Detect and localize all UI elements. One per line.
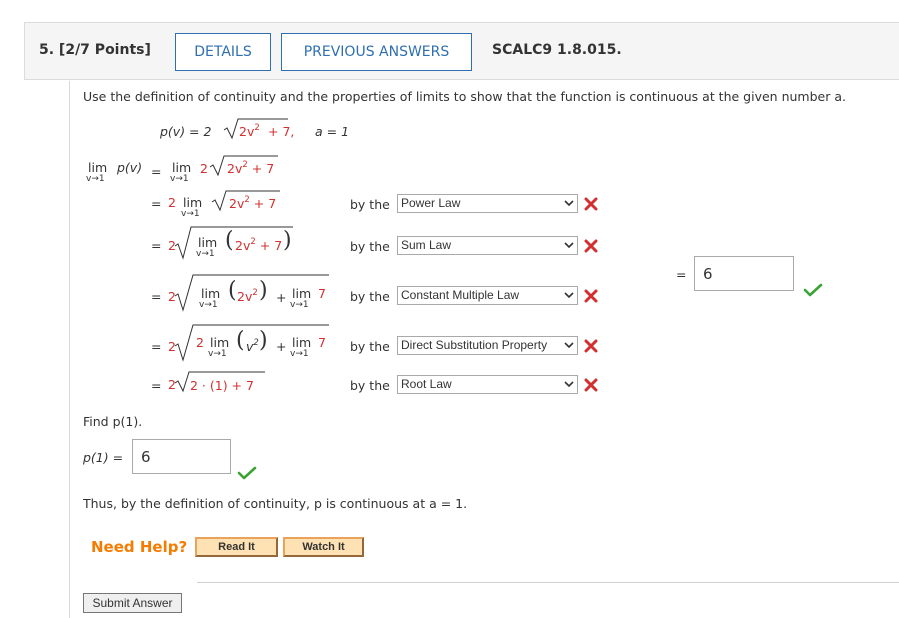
p-of-v: p(v) — [117, 160, 143, 175]
open-paren: ( — [236, 328, 245, 353]
close-paren: ) — [259, 278, 268, 303]
lim-label: lim — [183, 195, 203, 210]
need-help-label: Need Help? — [91, 538, 188, 556]
chevron-down-icon — [564, 292, 574, 299]
lim-subscript: v→1 — [290, 300, 309, 310]
equals-sign: = — [151, 164, 162, 179]
lim-label: lim — [292, 286, 312, 301]
lim-subscript: v→1 — [199, 300, 218, 310]
law-selected-value: Direct Substitution Property — [401, 338, 548, 352]
constant-seven: 7 — [318, 335, 326, 350]
submit-answer-button[interactable]: Submit Answer — [83, 593, 182, 613]
inner-expression: 2v2 + 7 — [235, 237, 283, 253]
by-the-label: by the — [350, 197, 390, 212]
lim-label: lim — [198, 235, 218, 250]
conclusion-text: Thus, by the definition of continuity, p… — [83, 496, 468, 511]
constant-seven: 7 — [318, 286, 326, 301]
check-mark-icon — [803, 283, 823, 297]
lim-subscript: v→1 — [290, 349, 309, 359]
law-selected-value: Constant Multiple Law — [401, 288, 520, 302]
x-mark-icon — [584, 289, 598, 303]
chevron-down-icon — [564, 342, 574, 349]
p1-lhs: p(1) = — [83, 450, 124, 465]
by-the-label: by the — [350, 378, 390, 393]
x-mark-icon — [584, 197, 598, 211]
by-the-label: by the — [350, 289, 390, 304]
divider — [197, 582, 899, 583]
equals-sign: = — [151, 289, 162, 304]
plus-sign: + — [276, 290, 287, 305]
function-plus-seven: + 7, — [268, 124, 295, 139]
chevron-down-icon — [564, 381, 574, 388]
lim-subscript: v→1 — [170, 174, 189, 184]
question-header: 5. [2/7 Points] DETAILS PREVIOUS ANSWERS… — [24, 22, 899, 80]
watch-it-button[interactable]: Watch It — [283, 537, 364, 557]
p1-answer-input[interactable]: 6 — [132, 439, 231, 474]
radicand-expression: 2v2 + 7 — [227, 160, 275, 176]
law-selected-value: Power Law — [401, 196, 461, 210]
a-value: a = 1 — [315, 124, 350, 139]
lim-subscript: v→1 — [86, 174, 105, 184]
lim-subscript: v→1 — [196, 249, 215, 259]
left-rule — [69, 81, 70, 618]
result-equals: = — [676, 267, 687, 282]
plus-sign: + — [276, 339, 287, 354]
x-mark-icon — [584, 378, 598, 392]
x-mark-icon — [584, 239, 598, 253]
book-reference: SCALC9 1.8.015. — [492, 42, 622, 58]
substituted-radicand: 2 · (1) + 7 — [190, 378, 254, 393]
function-radicand: 2v2 — [239, 123, 260, 139]
lim-subscript: v→1 — [181, 209, 200, 219]
close-paren: ) — [283, 228, 292, 253]
coefficient-two: 2 — [196, 335, 204, 350]
previous-answers-button[interactable]: PREVIOUS ANSWERS — [281, 33, 472, 71]
by-the-label: by the — [350, 339, 390, 354]
check-mark-icon — [237, 466, 257, 480]
open-paren: ( — [225, 228, 234, 253]
chevron-down-icon — [564, 200, 574, 207]
question-prompt: Use the definition of continuity and the… — [83, 89, 846, 104]
limit-answer-input[interactable]: 6 — [694, 256, 794, 291]
coefficient-two: 2 — [168, 195, 176, 210]
equals-sign: = — [151, 238, 162, 253]
law-selected-value: Sum Law — [401, 238, 452, 252]
lim-subscript: v→1 — [208, 349, 227, 359]
details-button[interactable]: DETAILS — [175, 33, 271, 71]
radicand-expression: 2v2 + 7 — [229, 195, 277, 211]
law-dropdown[interactable]: Constant Multiple Law — [397, 286, 578, 305]
law-dropdown[interactable]: Root Law — [397, 375, 578, 394]
by-the-label: by the — [350, 239, 390, 254]
lim-label: lim — [88, 160, 108, 175]
equals-sign: = — [151, 378, 162, 393]
question-number: 5. [2/7 Points] — [39, 42, 151, 58]
law-selected-value: Root Law — [401, 377, 452, 391]
law-dropdown[interactable]: Sum Law — [397, 236, 578, 255]
lim-label: lim — [292, 335, 312, 350]
find-label: Find p(1). — [83, 414, 143, 429]
lim-label: lim — [172, 160, 192, 175]
lim-label: lim — [210, 335, 230, 350]
x-mark-icon — [584, 339, 598, 353]
law-dropdown[interactable]: Power Law — [397, 194, 578, 213]
inner-expression: 2v2 — [237, 288, 258, 304]
lim-label: lim — [201, 286, 221, 301]
read-it-button[interactable]: Read It — [195, 537, 278, 557]
equals-sign: = — [151, 196, 162, 211]
equals-sign: = — [151, 339, 162, 354]
chevron-down-icon — [564, 242, 574, 249]
close-paren: ) — [259, 328, 268, 353]
function-lhs: p(v) = 2 — [160, 124, 212, 139]
inner-expression: v2 — [246, 338, 259, 354]
law-dropdown[interactable]: Direct Substitution Property — [397, 336, 578, 355]
coefficient-two: 2 — [200, 161, 208, 176]
open-paren: ( — [228, 278, 237, 303]
